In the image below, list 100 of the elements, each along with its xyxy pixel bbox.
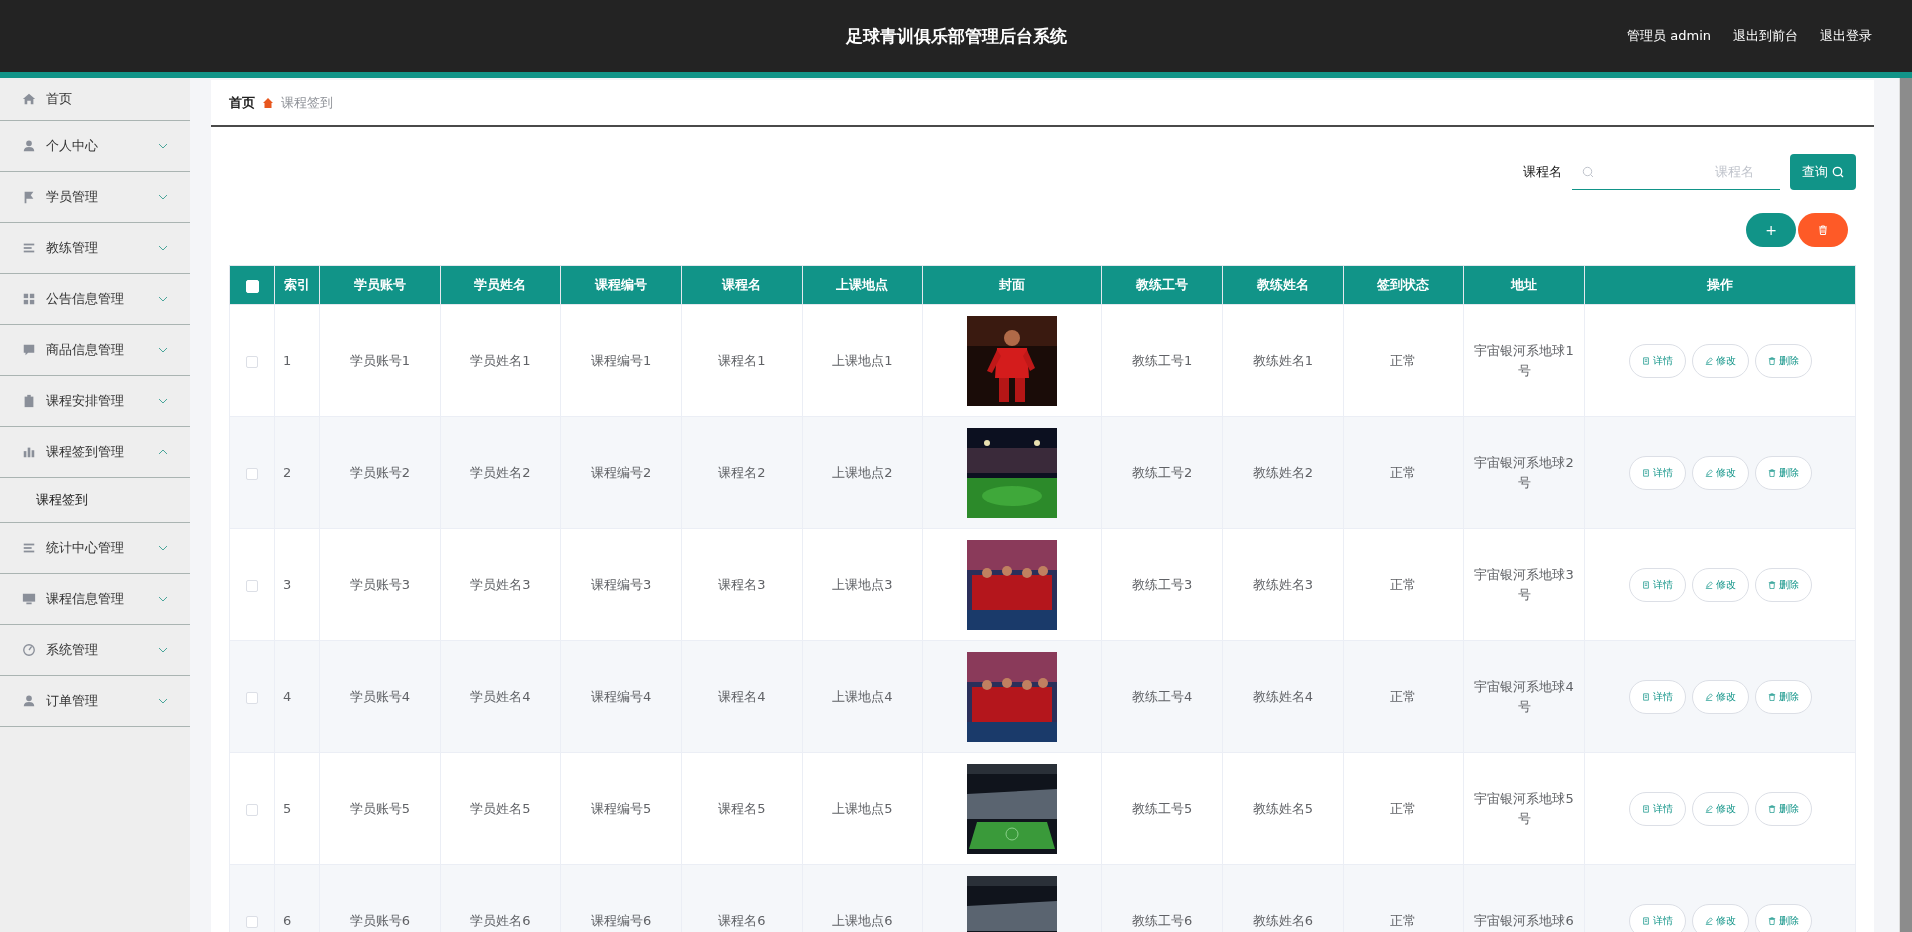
details-button[interactable]: 详情 — [1628, 567, 1686, 602]
delete-button[interactable]: 删除 — [1754, 791, 1812, 826]
table-cell-text: 课程编号6 — [590, 911, 653, 930]
table-cell-text: 教练工号3 — [1130, 575, 1194, 594]
column-header: 封面 — [922, 265, 1102, 305]
table-cell-text: 学员姓名4 — [469, 687, 532, 706]
table-cell-text: 上课地点5 — [831, 799, 894, 818]
table-cell-text: 学员姓名2 — [469, 463, 532, 482]
details-button[interactable]: 详情 — [1628, 455, 1686, 490]
search-button[interactable]: 查询 — [1790, 154, 1856, 190]
table-cell-text: 正常 — [1389, 463, 1418, 482]
table-cell-text: 课程编号2 — [590, 463, 653, 482]
column-header: 学员账号 — [319, 265, 441, 305]
table-cell-text: 课程编号5 — [590, 799, 653, 818]
table-cell-text: 宇宙银河系地球2号 — [1473, 453, 1575, 492]
search-label: 课程名 — [1523, 163, 1562, 181]
table-cell-text: 正常 — [1389, 351, 1418, 370]
edit-button[interactable]: 修改 — [1691, 791, 1749, 826]
table-cell-text: 课程编号3 — [590, 575, 653, 594]
edit-button[interactable]: 修改 — [1691, 679, 1749, 714]
delete-button[interactable]: 删除 — [1754, 343, 1812, 378]
table-cell-text: 上课地点2 — [831, 463, 894, 482]
column-header: 教练工号 — [1101, 265, 1223, 305]
edit-button[interactable]: 修改 — [1691, 903, 1749, 932]
table-cell-text: 1 — [283, 351, 293, 370]
table-cell-text: 学员账号1 — [348, 351, 411, 370]
column-header: 操作 — [1584, 265, 1856, 305]
table-cell-text: 宇宙银河系地球4号 — [1473, 677, 1575, 716]
table-cell-text: 课程名6 — [717, 911, 767, 930]
table-cell-text: 教练姓名1 — [1251, 351, 1314, 370]
table-cell-text: 课程名3 — [717, 575, 767, 594]
header-link[interactable]: 退出登录 — [1820, 27, 1872, 45]
table-cell-text: 正常 — [1389, 575, 1418, 594]
details-button[interactable]: 详情 — [1628, 679, 1686, 714]
table-cell-text: 课程名4 — [717, 687, 767, 706]
table-cell-text: 宇宙银河系地球1号 — [1473, 341, 1575, 380]
table-cell-text: 教练姓名5 — [1251, 799, 1314, 818]
table-cell-text: 学员姓名6 — [469, 911, 532, 930]
column-header: 地址 — [1463, 265, 1585, 305]
table-cell-text: 学员账号2 — [348, 463, 411, 482]
delete-button[interactable]: 删除 — [1754, 679, 1812, 714]
edit-button[interactable]: 修改 — [1691, 343, 1749, 378]
table-cell-text: 教练工号2 — [1130, 463, 1194, 482]
details-button[interactable]: 详情 — [1628, 343, 1686, 378]
admin-label: 管理员 admin — [1627, 27, 1711, 45]
table-cell-text: 课程编号4 — [590, 687, 653, 706]
table-cell-text: 课程编号1 — [590, 351, 653, 370]
table-cell-text: 上课地点6 — [831, 911, 894, 930]
table-cell-text: 5 — [283, 799, 293, 818]
table-cell-text: 课程名5 — [717, 799, 767, 818]
column-header: 签到状态 — [1343, 265, 1464, 305]
delete-button[interactable]: 删除 — [1754, 567, 1812, 602]
edit-button[interactable]: 修改 — [1691, 567, 1749, 602]
app-title: 足球青训俱乐部管理后台系统 — [845, 24, 1067, 48]
table-cell-text: 上课地点1 — [831, 351, 894, 370]
table-cell-text: 宇宙银河系地球6 — [1473, 911, 1575, 930]
sidebar-subitem[interactable]: 课程签到 — [0, 478, 190, 522]
table-cell-text: 课程名1 — [717, 351, 767, 370]
table-cell-text: 学员姓名3 — [469, 575, 532, 594]
table-cell-text: 2 — [283, 463, 293, 482]
delete-button[interactable]: 删除 — [1754, 903, 1812, 932]
table-cell-text: 教练姓名3 — [1251, 575, 1314, 594]
details-button[interactable]: 详情 — [1628, 903, 1686, 932]
add-button[interactable]: + — [1746, 213, 1796, 247]
table-cell-text: 教练姓名4 — [1251, 687, 1314, 706]
table-cell-text: 正常 — [1389, 799, 1418, 818]
table-cell-text: 学员姓名1 — [469, 351, 532, 370]
table-cell-text: 正常 — [1389, 687, 1418, 706]
table-cell-text: 教练工号4 — [1130, 687, 1194, 706]
table-cell-text: 课程名2 — [717, 463, 767, 482]
table-cell-text: 教练姓名6 — [1251, 911, 1314, 930]
table-cell-text: 教练工号5 — [1130, 799, 1194, 818]
table-cell-text: 学员姓名5 — [469, 799, 532, 818]
details-button[interactable]: 详情 — [1628, 791, 1686, 826]
table-cell-text: 上课地点3 — [831, 575, 894, 594]
table-cell-text: 6 — [283, 911, 293, 930]
table-cell-text: 教练工号1 — [1130, 351, 1194, 370]
table-cell-text: 学员账号4 — [348, 687, 411, 706]
table-cell-text: 教练工号6 — [1130, 911, 1194, 930]
table-cell-text: 学员账号6 — [348, 911, 411, 930]
table-cell-text: 3 — [283, 575, 293, 594]
header-link[interactable]: 退出到前台 — [1733, 27, 1798, 45]
table-cell-text: 正常 — [1389, 911, 1418, 930]
column-header: 课程编号 — [560, 265, 682, 305]
table-cell-text: 4 — [283, 687, 293, 706]
table-cell-text: 教练姓名2 — [1251, 463, 1314, 482]
table-cell-text: 上课地点4 — [831, 687, 894, 706]
column-header: 教练姓名 — [1222, 265, 1344, 305]
table-cell-text: 学员账号3 — [348, 575, 411, 594]
breadcrumb-current: 课程签到 — [281, 93, 333, 112]
breadcrumb-link[interactable]: 首页 — [229, 93, 255, 112]
column-header: 学员姓名 — [440, 265, 561, 305]
edit-button[interactable]: 修改 — [1691, 455, 1749, 490]
table-cell-text: 宇宙银河系地球3号 — [1473, 565, 1575, 604]
delete-button[interactable]: 删除 — [1754, 455, 1812, 490]
table-cell-text: 宇宙银河系地球5号 — [1473, 789, 1575, 828]
column-header: 上课地点 — [802, 265, 923, 305]
column-header: 课程名 — [681, 265, 803, 305]
table-cell-text: 学员账号5 — [348, 799, 411, 818]
column-header: 索引 — [274, 265, 320, 305]
